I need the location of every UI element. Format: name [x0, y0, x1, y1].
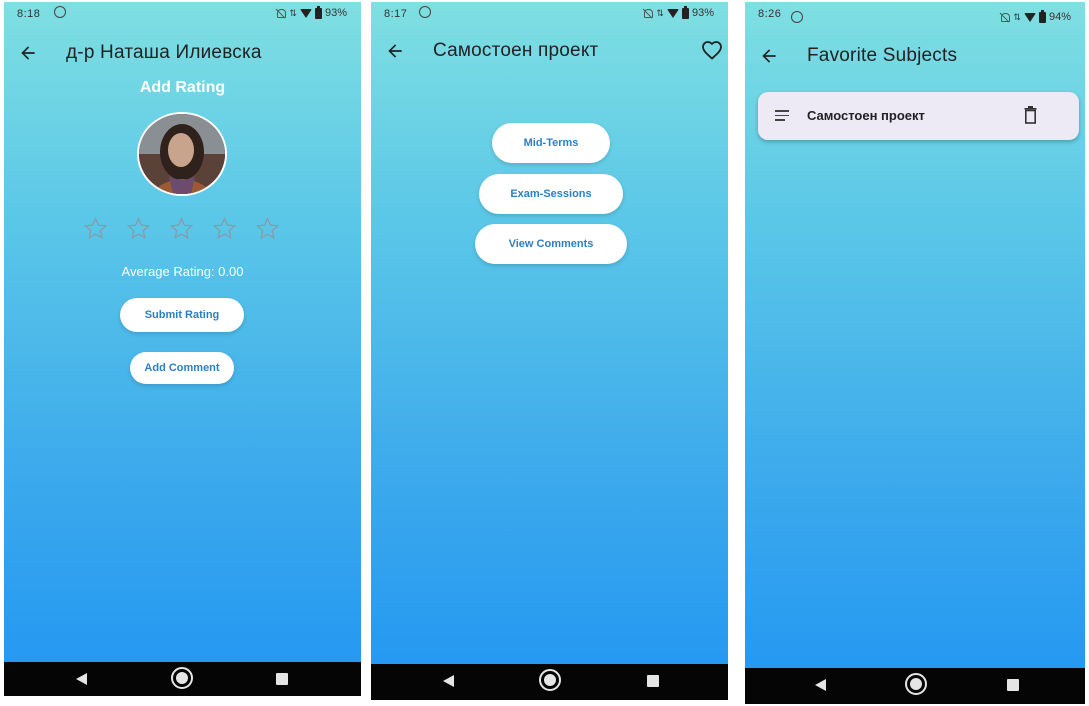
trash-icon[interactable]: [1024, 106, 1037, 124]
mute-icon: [276, 8, 287, 18]
nav-home-icon[interactable]: [905, 673, 927, 695]
nav-back-icon[interactable]: [76, 673, 87, 685]
back-arrow-icon[interactable]: [385, 41, 405, 61]
status-time: 8:26: [758, 8, 782, 20]
avatar-image: [139, 114, 225, 194]
status-bar: 8:18 ⇅ 93%: [4, 2, 361, 24]
nav-home-icon[interactable]: [171, 667, 193, 689]
star-outline-icon[interactable]: [255, 216, 280, 241]
nav-home-icon[interactable]: [539, 669, 561, 691]
battery-icon: [314, 5, 322, 19]
wifi-icon: [666, 8, 679, 18]
add-rating-heading: Add Rating: [139, 79, 226, 96]
star-outline-icon[interactable]: [212, 216, 237, 241]
battery-icon: [681, 5, 689, 19]
system-nav-bar: [371, 664, 728, 700]
add-comment-button[interactable]: Add Comment: [130, 352, 234, 384]
star-rating[interactable]: [83, 216, 280, 241]
wifi-icon: [299, 8, 312, 18]
app-bar: Самостоен проект: [371, 30, 728, 74]
avatar: [137, 112, 227, 196]
subject-screen: 8:17 ⇅ 93% Самостоен проект Mid-Terms Ex…: [371, 2, 728, 700]
rating-screen: 8:18 ⇅ 93% д-р Наташа Илиевска Add Ratin…: [4, 2, 361, 696]
status-bar: 8:26 ⇅ 94%: [745, 2, 1085, 24]
data-icon: ⇅: [656, 7, 664, 18]
sync-icon: [791, 11, 803, 23]
view-comments-button[interactable]: View Comments: [475, 224, 627, 264]
sync-icon: [419, 6, 431, 18]
exam-sessions-button[interactable]: Exam-Sessions: [479, 174, 623, 214]
mute-icon: [1000, 12, 1011, 22]
app-bar: Favorite Subjects: [745, 35, 1085, 79]
favorite-item-label: Самостоен проект: [807, 108, 925, 123]
star-outline-icon[interactable]: [83, 216, 108, 241]
average-rating-text: Average Rating: 0.00: [121, 264, 244, 279]
submit-rating-button[interactable]: Submit Rating: [120, 298, 244, 332]
nav-recent-icon[interactable]: [1007, 679, 1019, 691]
page-title: Favorite Subjects: [807, 45, 958, 66]
favorites-screen: 8:26 ⇅ 94% Favorite Subjects Самостоен п…: [745, 2, 1085, 704]
app-bar: д-р Наташа Илиевска: [4, 32, 361, 76]
nav-recent-icon[interactable]: [647, 675, 659, 687]
wifi-icon: [1023, 12, 1036, 22]
favorite-item[interactable]: Самостоен проект: [758, 92, 1079, 140]
heart-icon[interactable]: [700, 38, 724, 62]
battery-icon: [1038, 9, 1046, 23]
mid-terms-button[interactable]: Mid-Terms: [492, 123, 610, 163]
system-nav-bar: [745, 668, 1085, 704]
sync-icon: [54, 6, 66, 18]
battery-level: 93%: [324, 7, 347, 19]
star-outline-icon[interactable]: [126, 216, 151, 241]
nav-recent-icon[interactable]: [276, 673, 288, 685]
page-title: Самостоен проект: [433, 40, 599, 61]
list-icon: [775, 110, 789, 124]
star-outline-icon[interactable]: [169, 216, 194, 241]
nav-back-icon[interactable]: [815, 679, 826, 691]
page-title: д-р Наташа Илиевска: [66, 42, 262, 63]
status-time: 8:18: [17, 8, 41, 20]
status-bar: 8:17 ⇅ 93%: [371, 2, 728, 24]
data-icon: ⇅: [289, 7, 297, 18]
mute-icon: [643, 8, 654, 18]
system-nav-bar: [4, 662, 361, 696]
back-arrow-icon[interactable]: [759, 46, 779, 66]
data-icon: ⇅: [1013, 11, 1021, 22]
status-time: 8:17: [384, 8, 408, 20]
battery-level: 94%: [1048, 11, 1071, 23]
back-arrow-icon[interactable]: [18, 43, 38, 63]
nav-back-icon[interactable]: [443, 675, 454, 687]
battery-level: 93%: [691, 7, 714, 19]
